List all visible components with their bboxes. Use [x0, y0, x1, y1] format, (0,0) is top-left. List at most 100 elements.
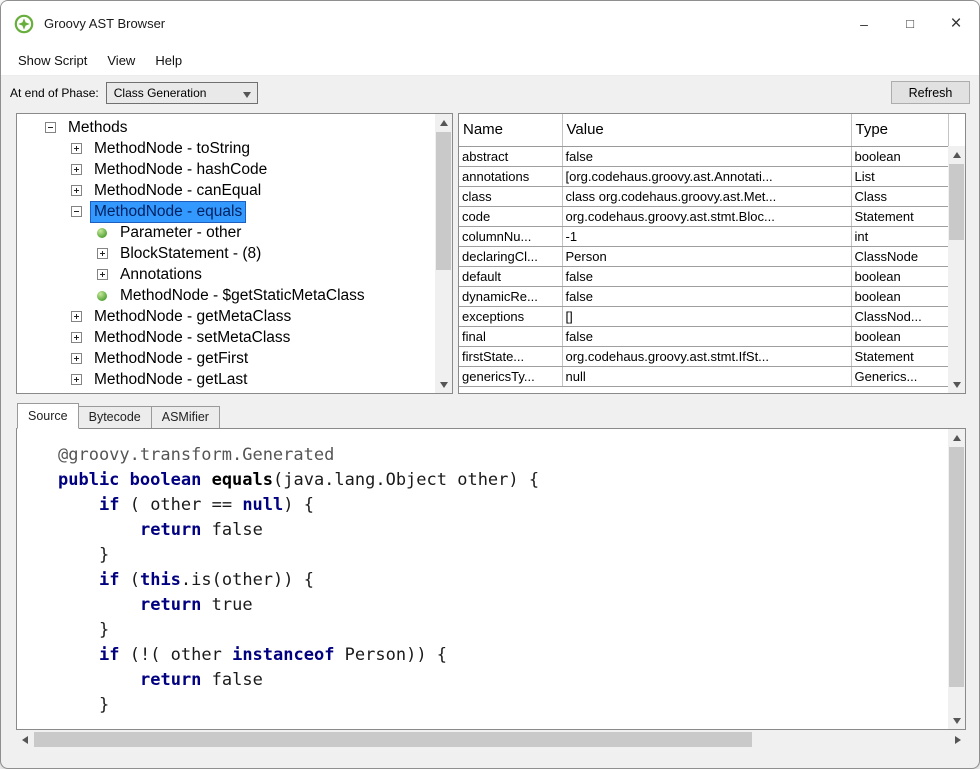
expand-icon[interactable] — [97, 269, 108, 280]
table-cell: abstract — [459, 146, 562, 166]
tab-source[interactable]: Source — [17, 403, 79, 429]
maximize-button[interactable]: □ — [887, 1, 933, 46]
scroll-left-button[interactable] — [16, 731, 33, 748]
phase-dropdown-value: Class Generation — [114, 86, 207, 100]
arrow-up-icon — [440, 120, 448, 126]
code-line: } — [17, 693, 948, 718]
collapse-icon[interactable] — [45, 122, 56, 133]
menu-view[interactable]: View — [97, 49, 145, 72]
table-cell: Statement — [851, 206, 948, 226]
expand-icon[interactable] — [71, 374, 82, 385]
tree-item[interactable]: MethodNode - setMetaClass — [17, 327, 435, 348]
column-header-type[interactable]: Type — [851, 114, 948, 146]
phase-label: At end of Phase: — [10, 86, 99, 100]
expand-icon[interactable] — [71, 332, 82, 343]
source-horizontal-scrollbar[interactable] — [16, 730, 966, 749]
scroll-up-button[interactable] — [948, 429, 965, 446]
expand-icon[interactable] — [71, 164, 82, 175]
table-cell: [org.codehaus.groovy.ast.Annotati... — [562, 166, 851, 186]
scrollbar-thumb[interactable] — [436, 132, 451, 270]
table-cell: code — [459, 206, 562, 226]
table-cell: dynamicRe... — [459, 286, 562, 306]
table-cell: boolean — [851, 326, 948, 346]
phase-dropdown[interactable]: Class Generation — [106, 82, 258, 104]
expand-icon[interactable] — [71, 353, 82, 364]
tab-asmifier[interactable]: ASMifier — [152, 406, 220, 428]
table-cell: Generics... — [851, 366, 948, 386]
ast-tree[interactable]: MethodsMethodNode - toStringMethodNode -… — [17, 114, 435, 393]
table-cell: final — [459, 326, 562, 346]
table-cell: org.codehaus.groovy.ast.stmt.Bloc... — [562, 206, 851, 226]
tree-scrollbar[interactable] — [435, 114, 452, 393]
view-tabs: Source Bytecode ASMifier — [17, 402, 220, 428]
menu-help[interactable]: Help — [145, 49, 192, 72]
table-row[interactable]: exceptions[]ClassNod... — [459, 306, 948, 326]
column-header-name[interactable]: Name — [459, 114, 562, 146]
table-cell: annotations — [459, 166, 562, 186]
table-cell: class — [459, 186, 562, 206]
expand-icon[interactable] — [97, 248, 108, 259]
tree-item[interactable]: BlockStatement - (8) — [17, 243, 435, 264]
menu-show-script[interactable]: Show Script — [8, 49, 97, 72]
tree-item[interactable]: MethodNode - getLast — [17, 369, 435, 390]
scroll-right-button[interactable] — [949, 731, 966, 748]
scrollbar-thumb[interactable] — [949, 164, 964, 240]
minimize-button[interactable]: – — [841, 1, 887, 46]
tree-item[interactable]: MethodNode - getFirst — [17, 348, 435, 369]
tree-item-label: MethodNode - canEqual — [90, 180, 265, 202]
code-line: if ( other == null) { — [17, 493, 948, 518]
close-button[interactable]: × — [933, 1, 979, 46]
tree-item-label: BlockStatement - (8) — [116, 243, 265, 265]
tree-item[interactable]: Annotations — [17, 264, 435, 285]
code-token: @groovy.transform.Generated — [58, 445, 334, 465]
tree-item[interactable]: MethodNode - toString — [17, 138, 435, 159]
scroll-up-button[interactable] — [435, 114, 452, 131]
table-row[interactable]: abstractfalseboolean — [459, 146, 948, 166]
table-row[interactable]: codeorg.codehaus.groovy.ast.stmt.Bloc...… — [459, 206, 948, 226]
source-code[interactable]: @groovy.transform.Generatedpublic boolea… — [17, 429, 948, 729]
tree-item-label: MethodNode - hashCode — [90, 159, 271, 181]
source-vertical-scrollbar[interactable] — [948, 429, 965, 729]
tab-bytecode[interactable]: Bytecode — [79, 406, 152, 428]
code-token: instanceof — [232, 645, 334, 665]
table-cell: false — [562, 286, 851, 306]
table-row[interactable]: defaultfalseboolean — [459, 266, 948, 286]
scrollbar-thumb[interactable] — [34, 732, 752, 747]
tree-item[interactable]: Parameter - other — [17, 222, 435, 243]
tree-item[interactable]: MethodNode - equals — [17, 201, 435, 222]
table-row[interactable]: genericsTy...nullGenerics... — [459, 366, 948, 386]
column-header-value[interactable]: Value — [562, 114, 851, 146]
scroll-up-button[interactable] — [948, 146, 965, 163]
tree-item[interactable]: MethodNode - $getStaticMetaClass — [17, 285, 435, 306]
expand-icon[interactable] — [71, 143, 82, 154]
expand-icon[interactable] — [71, 311, 82, 322]
collapse-icon[interactable] — [71, 206, 82, 217]
arrow-down-icon — [953, 382, 961, 388]
table-cell: ClassNode — [851, 246, 948, 266]
table-row[interactable]: dynamicRe...falseboolean — [459, 286, 948, 306]
expand-icon[interactable] — [71, 185, 82, 196]
table-cell: Person — [562, 246, 851, 266]
table-row[interactable]: columnNu...-1int — [459, 226, 948, 246]
code-line: } — [17, 543, 948, 568]
table-cell: Statement — [851, 346, 948, 366]
table-row[interactable]: classclass org.codehaus.groovy.ast.Met..… — [459, 186, 948, 206]
properties-table: Name Value Type abstractfalsebooleananno… — [459, 114, 949, 387]
code-token: ) { — [283, 495, 314, 515]
table-row[interactable]: annotations[org.codehaus.groovy.ast.Anno… — [459, 166, 948, 186]
tree-item[interactable]: MethodNode - canEqual — [17, 180, 435, 201]
table-row[interactable]: finalfalseboolean — [459, 326, 948, 346]
scrollbar-thumb[interactable] — [949, 447, 964, 687]
table-cell: [] — [562, 306, 851, 326]
tree-item[interactable]: MethodNode - getMetaClass — [17, 306, 435, 327]
tree-item[interactable]: MethodNode - hashCode — [17, 159, 435, 180]
table-row[interactable]: firstState...org.codehaus.groovy.ast.stm… — [459, 346, 948, 366]
scroll-down-button[interactable] — [948, 376, 965, 393]
scroll-down-button[interactable] — [948, 712, 965, 729]
scroll-down-button[interactable] — [435, 376, 452, 393]
titlebar[interactable]: Groovy AST Browser – □ × — [1, 1, 979, 46]
tree-item[interactable]: Methods — [17, 117, 435, 138]
table-row[interactable]: declaringCl...PersonClassNode — [459, 246, 948, 266]
table-scrollbar[interactable] — [948, 146, 965, 393]
refresh-button[interactable]: Refresh — [891, 81, 970, 104]
